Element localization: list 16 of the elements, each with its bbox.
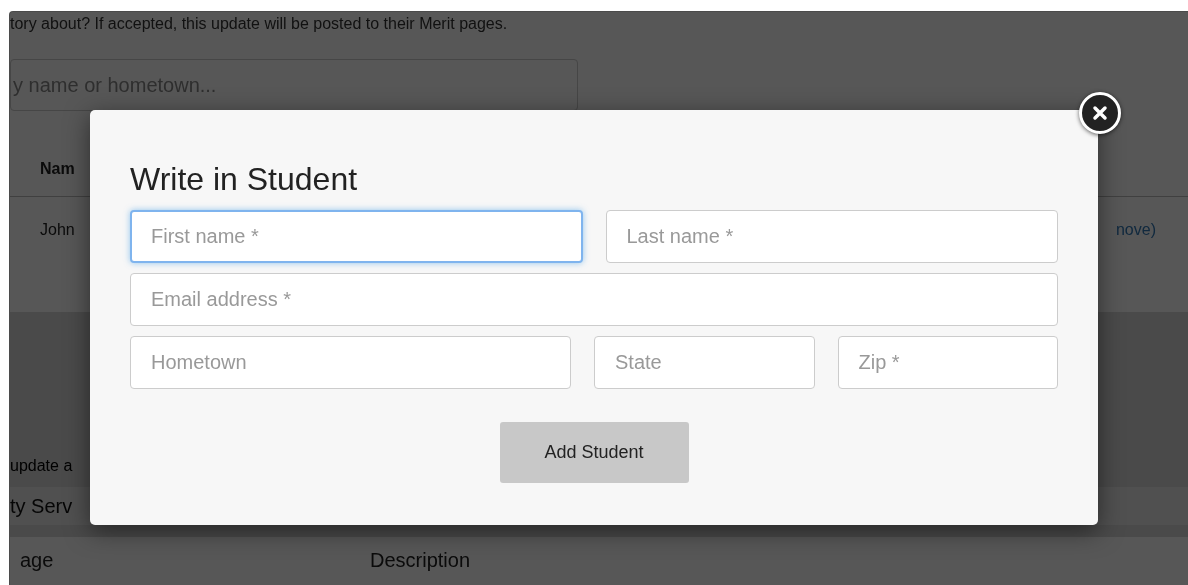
input-field[interactable]: Email address * [130,273,1058,326]
modal-title: Write in Student [130,160,359,198]
input-field[interactable]: First name * [130,210,583,263]
intro-text: tory about? If accepted, this update will be posted to their Merit pages. [10,14,509,34]
input-field[interactable]: Last name * [605,210,1058,263]
field-label: Description [370,549,471,572]
input-field[interactable]: Zip * [837,336,1058,389]
column-header: Nam [40,159,75,178]
input-field[interactable]: Hometown [130,336,571,389]
field-label: age [20,549,55,572]
input-field[interactable]: State [594,336,815,389]
close-icon [1092,105,1108,121]
hint-text: update a [10,457,74,475]
table-cell: John [40,221,75,239]
remove-link[interactable]: nove) [1115,221,1188,239]
add-student-button[interactable]: Add Student [499,422,689,483]
